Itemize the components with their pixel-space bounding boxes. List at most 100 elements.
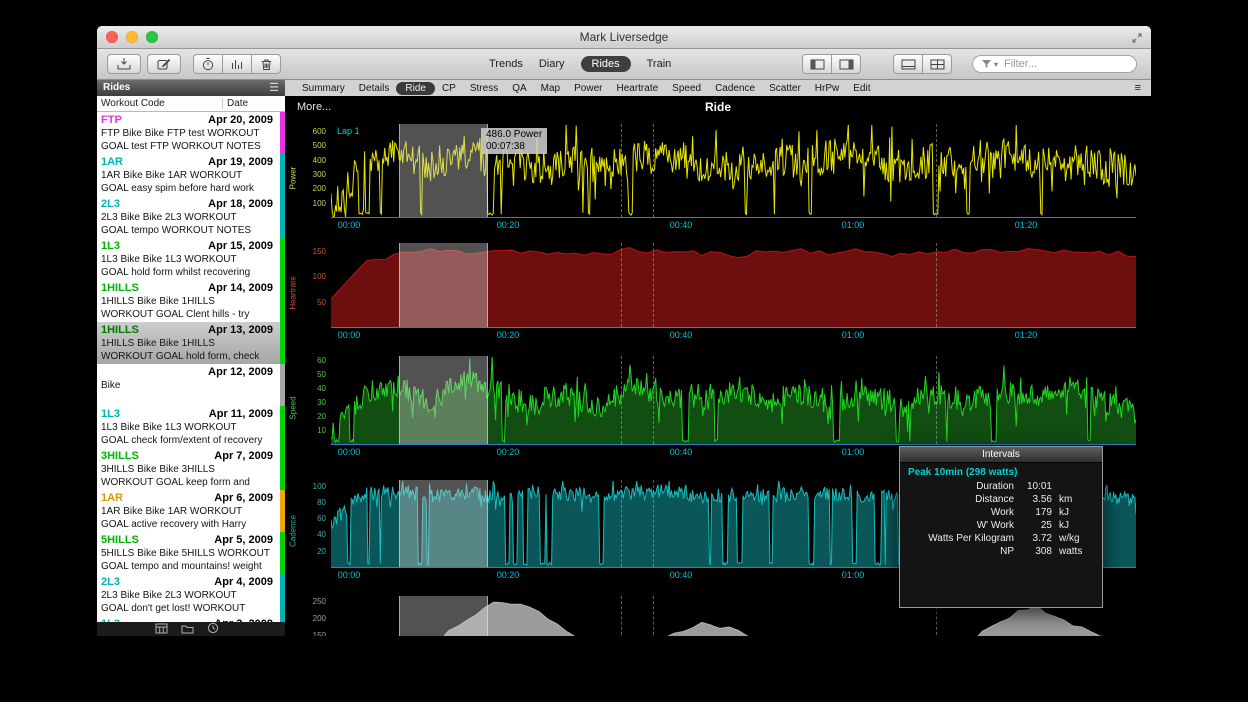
interval-marker <box>621 124 622 217</box>
ride-row[interactable]: 1L3Apr 3, 2009 <box>97 616 285 622</box>
tab-summary[interactable]: Summary <box>295 83 352 94</box>
ride-row[interactable]: 2L3Apr 18, 20092L3 Bike Bike 2L3 WORKOUT… <box>97 196 285 238</box>
intervals-popup[interactable]: Intervals Peak 10min (298 watts) Duratio… <box>899 446 1103 608</box>
ride-date: Apr 7, 2009 <box>214 449 273 463</box>
y-tick: 60 <box>299 356 326 365</box>
toolbar: Trends Diary Rides Train <box>97 49 1151 80</box>
interval-stat-row: NP308watts <box>908 545 1094 558</box>
interval-marker <box>621 243 622 327</box>
stopwatch-button[interactable] <box>193 54 223 74</box>
more-link[interactable]: More... <box>297 101 331 113</box>
filter-input[interactable] <box>1002 57 1124 71</box>
ride-date: Apr 20, 2009 <box>208 113 273 127</box>
nav-rides[interactable]: Rides <box>581 56 631 72</box>
axis-name-speed: Speed <box>289 396 298 419</box>
compose-icon <box>156 57 172 71</box>
interval-marker <box>621 596 622 636</box>
sidebar-column-header[interactable]: Workout Code Date <box>97 96 285 112</box>
tab-cp[interactable]: CP <box>435 83 463 94</box>
tiled-view-button[interactable] <box>922 54 952 74</box>
interval-stat-unit: w/kg <box>1059 532 1080 545</box>
tab-ride[interactable]: Ride <box>396 82 435 95</box>
ride-row[interactable]: 1ARApr 19, 20091AR Bike Bike 1AR WORKOUT… <box>97 154 285 196</box>
minimize-button[interactable] <box>126 31 138 43</box>
fullscreen-icon[interactable] <box>1131 31 1143 49</box>
nav-train[interactable]: Train <box>647 58 672 70</box>
interval-bars-icon <box>230 57 244 71</box>
interval-marker <box>653 243 654 327</box>
y-tick: 20 <box>299 547 326 556</box>
filter-field[interactable]: ▾ <box>972 55 1137 73</box>
show-secondary-sidebar-button[interactable] <box>831 54 861 74</box>
tabbar-menu-icon[interactable]: ≡ <box>1135 82 1141 94</box>
window-titlebar[interactable]: Mark Liversedge <box>97 26 1151 49</box>
nav-diary[interactable]: Diary <box>539 58 565 70</box>
tab-map[interactable]: Map <box>534 83 567 94</box>
interval-stat-value: 10:01 <box>1018 480 1052 493</box>
tab-cadence[interactable]: Cadence <box>708 83 762 94</box>
tab-qa[interactable]: QA <box>505 83 533 94</box>
ride-row[interactable]: 5HILLSApr 5, 20095HILLS Bike Bike 5HILLS… <box>97 532 285 574</box>
nav-trends[interactable]: Trends <box>489 58 523 70</box>
ride-row[interactable]: 2L3Apr 4, 20092L3 Bike Bike 2L3 WORKOUTG… <box>97 574 285 616</box>
close-button[interactable] <box>106 31 118 43</box>
edit-metadata-button[interactable] <box>147 54 181 74</box>
sidebar-menu-icon[interactable]: ☰ <box>269 81 279 94</box>
delete-button[interactable] <box>251 54 281 74</box>
history-view-button[interactable] <box>207 621 219 636</box>
ride-date: Apr 11, 2009 <box>209 407 273 421</box>
selection-region <box>399 356 488 444</box>
trash-icon <box>260 57 273 71</box>
single-view-button[interactable] <box>893 54 923 74</box>
ride-row[interactable]: 1HILLSApr 13, 20091HILLS Bike Bike 1HILL… <box>97 322 285 364</box>
ride-row[interactable]: 3HILLSApr 7, 20093HILLS Bike Bike 3HILLS… <box>97 448 285 490</box>
ride-desc: 2L3 Bike Bike 2L3 WORKOUT <box>101 211 275 224</box>
x-tick: 00:00 <box>338 447 361 457</box>
ride-row[interactable]: FTPApr 20, 2009FTP Bike Bike FTP test WO… <box>97 112 285 154</box>
plot-area[interactable]: Lap 1486.0 Power00:07:38 <box>331 124 1136 218</box>
window-title: Mark Liversedge <box>580 30 669 44</box>
intervals-popup-titlebar[interactable]: Intervals <box>900 447 1102 463</box>
tab-stress[interactable]: Stress <box>463 83 505 94</box>
calendar-view-button[interactable] <box>155 621 168 636</box>
calendar-icon <box>155 623 168 634</box>
tab-power[interactable]: Power <box>567 83 609 94</box>
ride-row[interactable]: Apr 12, 2009Bike <box>97 364 285 406</box>
plot-area[interactable] <box>331 243 1136 328</box>
sidebar-header: Rides ☰ <box>97 80 285 96</box>
y-tick: 50 <box>299 298 326 307</box>
tab-speed[interactable]: Speed <box>665 83 708 94</box>
intervals-button[interactable] <box>222 54 252 74</box>
tab-hrpw[interactable]: HrPw <box>808 83 846 94</box>
x-tick: 00:40 <box>670 570 693 580</box>
folder-view-button[interactable] <box>181 621 194 636</box>
show-sidebar-button[interactable] <box>802 54 832 74</box>
ride-desc: GOAL don't get lost! WORKOUT <box>101 602 275 615</box>
zoom-button[interactable] <box>146 31 158 43</box>
ride-chart-area: More... Ride Power600500400300200100Lap … <box>285 96 1151 636</box>
ride-list[interactable]: FTPApr 20, 2009FTP Bike Bike FTP test WO… <box>97 112 285 622</box>
ride-code: 1AR <box>101 155 123 169</box>
ride-row-line1: Apr 12, 2009 <box>101 365 275 379</box>
ride-row[interactable]: 1L3Apr 11, 20091L3 Bike Bike 1L3 WORKOUT… <box>97 406 285 448</box>
save-button[interactable] <box>107 54 141 74</box>
column-date[interactable]: Date <box>222 98 285 109</box>
column-workout-code[interactable]: Workout Code <box>97 98 222 109</box>
interval-stat-label: W' Work <box>908 519 1014 532</box>
tab-scatter[interactable]: Scatter <box>762 83 808 94</box>
ride-code: FTP <box>101 113 122 127</box>
stopwatch-icon <box>201 57 215 71</box>
tiled-pane-icon <box>930 59 945 70</box>
tab-details[interactable]: Details <box>352 83 397 94</box>
tab-heartrate[interactable]: Heartrate <box>609 83 665 94</box>
plot-area[interactable] <box>331 356 1136 445</box>
hover-tooltip: 486.0 Power00:07:38 <box>481 128 547 154</box>
ride-row[interactable]: 1L3Apr 15, 20091L3 Bike Bike 1L3 WORKOUT… <box>97 238 285 280</box>
ride-row[interactable]: 1ARApr 6, 20091AR Bike Bike 1AR WORKOUTG… <box>97 490 285 532</box>
tab-edit[interactable]: Edit <box>846 83 877 94</box>
y-tick: 400 <box>299 156 326 165</box>
ride-row[interactable]: 1HILLSApr 14, 20091HILLS Bike Bike 1HILL… <box>97 280 285 322</box>
ride-desc: 1L3 Bike Bike 1L3 WORKOUT <box>101 253 275 266</box>
primary-nav: Trends Diary Rides Train <box>489 56 671 72</box>
y-tick: 40 <box>299 530 326 539</box>
